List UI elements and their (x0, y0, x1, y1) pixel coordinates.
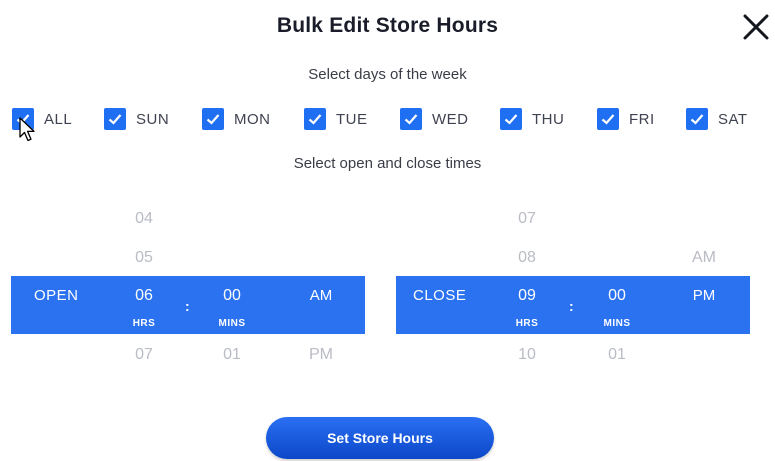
open-hour-option[interactable]: 04 (124, 210, 164, 228)
modal-title: Bulk Edit Store Hours (276, 14, 499, 37)
close-icon[interactable] (741, 12, 771, 42)
open-ampm-value[interactable]: AM (301, 287, 341, 304)
open-minute-option[interactable]: 01 (212, 346, 252, 364)
open-label: OPEN (34, 287, 79, 304)
day-label: WED (432, 110, 469, 128)
checkmark-icon[interactable] (104, 108, 126, 130)
open-minute-value[interactable]: 00 (212, 287, 252, 305)
day-selector: ALL SUN MON TUE WED THU FRI SAT (0, 106, 775, 134)
close-selected-row: CLOSE 09 HRS : 00 MINS PM (396, 276, 750, 334)
day-checkbox-all[interactable]: ALL (12, 106, 72, 132)
close-label: CLOSE (413, 287, 467, 304)
checkmark-icon[interactable] (686, 108, 708, 130)
open-time-separator: : (185, 298, 190, 314)
day-label: FRI (629, 110, 655, 128)
open-hrs-unit: HRS (132, 318, 156, 329)
open-hour-value[interactable]: 06 (124, 287, 164, 305)
close-minute-option[interactable]: 01 (597, 346, 637, 364)
checkmark-icon[interactable] (202, 108, 224, 130)
close-ampm-option[interactable]: AM (684, 249, 724, 267)
close-minute-value[interactable]: 00 (597, 287, 637, 305)
days-prompt: Select days of the week (308, 66, 467, 83)
day-label: ALL (44, 110, 73, 128)
day-checkbox-mon[interactable]: MON (202, 106, 271, 132)
day-checkbox-wed[interactable]: WED (400, 106, 469, 132)
close-ampm-value[interactable]: PM (684, 287, 724, 304)
open-hour-option[interactable]: 05 (124, 249, 164, 267)
day-label: TUE (336, 110, 368, 128)
day-checkbox-fri[interactable]: FRI (597, 106, 655, 132)
day-checkbox-sat[interactable]: SAT (686, 106, 748, 132)
close-time-separator: : (569, 298, 574, 314)
close-mins-unit: MINS (603, 318, 631, 329)
close-hrs-unit: HRS (515, 318, 539, 329)
checkmark-icon[interactable] (12, 108, 34, 130)
checkmark-icon[interactable] (400, 108, 422, 130)
day-label: SAT (718, 110, 748, 128)
close-hour-option[interactable]: 07 (507, 210, 547, 228)
day-label: SUN (136, 110, 170, 128)
checkmark-icon[interactable] (500, 108, 522, 130)
close-hour-option[interactable]: 10 (507, 346, 547, 364)
day-checkbox-thu[interactable]: THU (500, 106, 564, 132)
open-mins-unit: MINS (218, 318, 246, 329)
day-checkbox-sun[interactable]: SUN (104, 106, 169, 132)
open-ampm-option[interactable]: PM (301, 346, 341, 364)
checkmark-icon[interactable] (304, 108, 326, 130)
day-label: MON (234, 110, 271, 128)
set-store-hours-button[interactable]: Set Store Hours (266, 417, 494, 459)
times-prompt: Select open and close times (293, 155, 482, 172)
open-selected-row: OPEN 06 HRS : 00 MINS AM (11, 276, 365, 334)
close-hour-option[interactable]: 08 (507, 249, 547, 267)
checkmark-icon[interactable] (597, 108, 619, 130)
open-hour-option[interactable]: 07 (124, 346, 164, 364)
day-checkbox-tue[interactable]: TUE (304, 106, 368, 132)
day-label: THU (532, 110, 565, 128)
close-hour-value[interactable]: 09 (507, 287, 547, 305)
